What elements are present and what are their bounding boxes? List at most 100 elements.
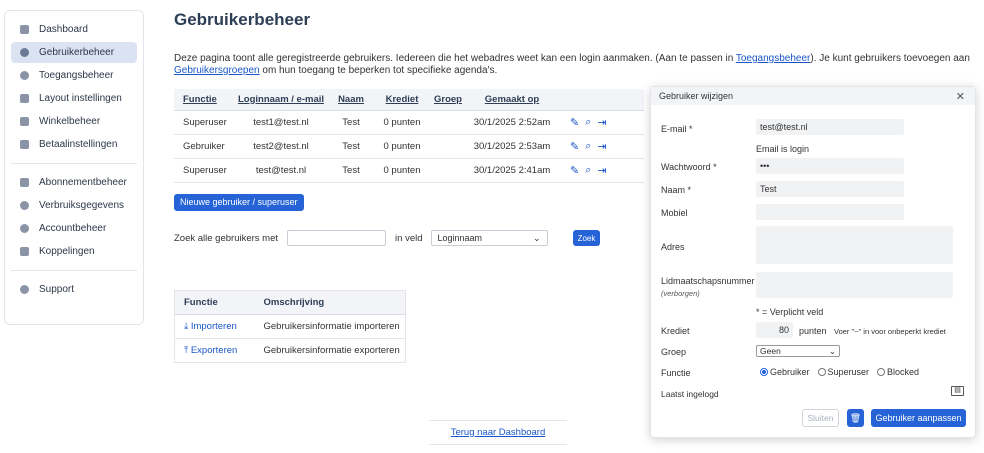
dashboard-icon <box>20 25 29 34</box>
sidebar-item-koppelingen[interactable]: Koppelingen <box>11 241 137 262</box>
sidebar-item-label: Layout instellingen <box>39 93 122 104</box>
column-header-gemaakt[interactable]: Gemaakt op <box>468 89 556 111</box>
table-row: Gebruiker test2@test.nl Test 0 punten 30… <box>174 134 644 159</box>
radio-superuser[interactable]: Superuser <box>817 367 869 377</box>
back-to-dashboard-link[interactable]: Terug naar Dashboard <box>451 427 546 438</box>
in-field-label: in veld <box>395 232 423 244</box>
sidebar-item-gebruikerbeheer[interactable]: Gebruikerbeheer <box>11 42 137 63</box>
function-label: Functie <box>661 368 691 378</box>
name-label: Naam * <box>661 185 692 195</box>
user-transfer-icon[interactable]: ⇥ <box>597 164 606 177</box>
column-header-krediet[interactable]: Krediet <box>376 89 428 111</box>
edit-user-modal: Gebruiker wijzigen ✕ E-mail * test@test.… <box>650 86 976 438</box>
sidebar-item-label: Dashboard <box>39 24 88 35</box>
cell-actions: ✎ ⌕ ⇥ <box>556 134 644 159</box>
sidebar-item-label: Verbruiksgegevens <box>39 200 125 211</box>
table-row: Superuser test@test.nl Test 0 punten 30/… <box>174 158 644 183</box>
email-note: Email is login <box>756 144 810 154</box>
checkbox-icon <box>20 178 29 187</box>
column-header-functie: Functie <box>174 290 255 315</box>
field-select-value: Loginnaam <box>437 233 483 243</box>
modal-header: Gebruiker wijzigen ✕ <box>651 87 975 105</box>
edit-icon[interactable]: ✎ <box>570 116 579 129</box>
sidebar-item-winkelbeheer[interactable]: Winkelbeheer <box>11 111 137 132</box>
import-label: Importeren <box>190 321 237 332</box>
cell-naam: Test <box>326 158 376 183</box>
search-input[interactable] <box>287 230 387 246</box>
cell-gemaakt: 30/1/2025 2:52am <box>468 110 556 135</box>
save-user-button[interactable]: Gebruiker aanpassen <box>871 409 966 427</box>
column-header-functie[interactable]: Functie <box>174 89 236 111</box>
credit-field[interactable]: 80 <box>756 322 793 338</box>
table-row: ⤒ Exporteren Gebruikersinformatie export… <box>174 338 406 363</box>
column-header-groep[interactable]: Groep <box>428 89 468 111</box>
column-header-naam[interactable]: Naam <box>326 89 376 111</box>
name-field[interactable]: Test <box>756 181 904 197</box>
sidebar-item-verbruiksgegevens[interactable]: Verbruiksgegevens <box>11 195 137 216</box>
upload-icon: ⤒ <box>184 345 189 356</box>
search-button[interactable]: Zoek <box>573 230 600 246</box>
column-header-omschrijving: Omschrijving <box>254 290 406 315</box>
arrows-icon <box>20 247 29 256</box>
password-field[interactable]: ••• <box>756 158 904 174</box>
sidebar-item-toegangsbeheer[interactable]: Toegangsbeheer <box>11 65 137 86</box>
gebruikersgroepen-link[interactable]: Gebruikersgroepen <box>174 65 260 76</box>
at-icon <box>20 224 29 233</box>
member-number-field[interactable] <box>756 272 953 298</box>
edit-icon[interactable]: ✎ <box>570 140 579 153</box>
sidebar-item-label: Support <box>39 284 75 295</box>
cell-functie: Superuser <box>174 158 236 183</box>
intro-text: om hun toegang te beperken tot specifiek… <box>259 65 498 76</box>
new-user-button[interactable]: Nieuwe gebruiker / superuser <box>174 194 304 211</box>
radio-blocked[interactable]: Blocked <box>877 367 919 377</box>
page-intro: Deze pagina toont alle geregistreerde ge… <box>174 53 974 77</box>
email-label: E-mail * <box>661 124 693 134</box>
radio-gebruiker[interactable]: Gebruiker <box>760 367 810 377</box>
search-icon[interactable]: ⌕ <box>585 116 591 129</box>
address-field[interactable] <box>756 226 953 264</box>
cell-naam: Test <box>326 134 376 159</box>
radio-selected-icon <box>760 368 768 376</box>
export-link[interactable]: ⤒ Exporteren <box>174 338 255 363</box>
cell-login: test1@test.nl <box>236 110 326 135</box>
credit-unit: punten <box>799 326 827 336</box>
cell-groep <box>428 158 468 183</box>
cell-login: test2@test.nl <box>236 134 326 159</box>
mobile-field[interactable] <box>756 204 904 220</box>
id-card-icon[interactable]: ▤ <box>951 386 964 396</box>
cell-omschrijving: Gebruikersinformatie exporteren <box>254 338 406 363</box>
import-export-table: Functie Omschrijving ⤓ Importeren Gebrui… <box>174 290 406 363</box>
users-table: Functie Loginnaam / e-mail Naam Krediet … <box>174 89 644 183</box>
sidebar-item-layout[interactable]: Layout instellingen <box>11 88 137 109</box>
sidebar-item-abonnementbeheer[interactable]: Abonnementbeheer <box>11 172 137 193</box>
pie-icon <box>20 201 29 210</box>
search-icon[interactable]: ⌕ <box>585 164 591 177</box>
last-login-label: Laatst ingelogd <box>661 389 719 399</box>
column-header-login[interactable]: Loginnaam / e-mail <box>236 89 326 111</box>
intro-text: ). Je kunt gebruikers toevoegen aan <box>810 53 970 64</box>
intro-text: Deze pagina toont alle geregistreerde ge… <box>174 53 736 64</box>
import-link[interactable]: ⤓ Importeren <box>174 314 255 339</box>
email-field[interactable]: test@test.nl <box>756 119 904 135</box>
trash-icon[interactable]: 🗑 <box>847 409 864 427</box>
cell-login: test@test.nl <box>236 158 326 183</box>
search-icon[interactable]: ⌕ <box>585 140 591 153</box>
close-icon[interactable]: ✕ <box>956 90 965 103</box>
sidebar-item-support[interactable]: Support <box>11 279 137 300</box>
cell-krediet: 0 punten <box>376 158 428 183</box>
function-radio-group: Gebruiker Superuser Blocked <box>760 367 927 377</box>
sidebar-item-betaalinstellingen[interactable]: Betaalinstellingen <box>11 134 137 155</box>
edit-icon[interactable]: ✎ <box>570 164 579 177</box>
user-transfer-icon[interactable]: ⇥ <box>597 140 606 153</box>
table-row: Superuser test1@test.nl Test 0 punten 30… <box>174 110 644 135</box>
user-transfer-icon[interactable]: ⇥ <box>597 116 606 129</box>
sidebar-item-accountbeheer[interactable]: Accountbeheer <box>11 218 137 239</box>
group-select[interactable]: Geen ⌄ <box>756 345 840 357</box>
toegangsbeheer-link[interactable]: Toegangsbeheer <box>736 53 811 64</box>
close-button[interactable]: Sluiten <box>802 409 839 427</box>
field-select[interactable]: Loginnaam ⌄ <box>430 230 548 246</box>
chevron-down-icon: ⌄ <box>532 232 541 243</box>
sidebar-item-dashboard[interactable]: Dashboard <box>11 19 137 40</box>
card-icon <box>20 140 29 149</box>
sidebar-item-label: Winkelbeheer <box>39 116 101 127</box>
